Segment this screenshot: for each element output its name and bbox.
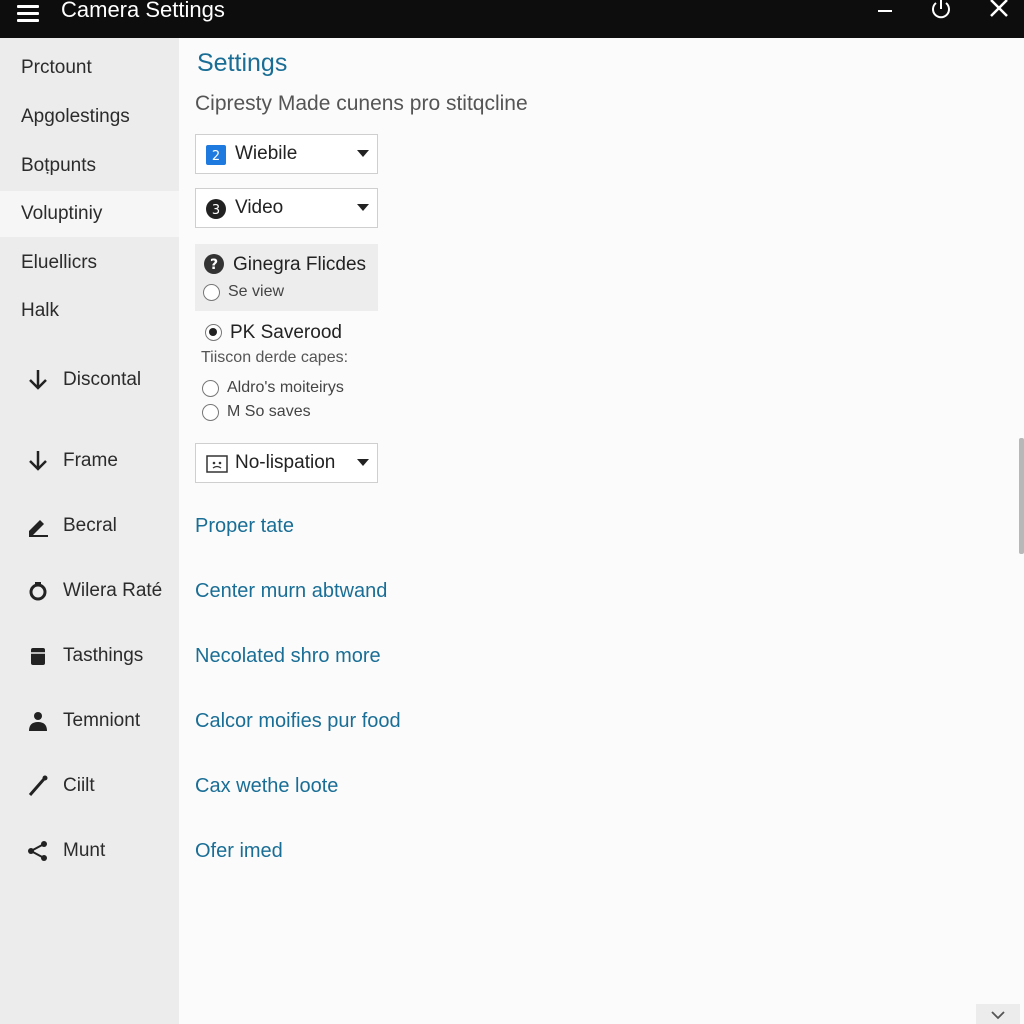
- frame-icon: [206, 454, 228, 474]
- share-icon: [26, 839, 50, 863]
- chevron-down-icon: [357, 150, 369, 157]
- sidebar-item-tasthings[interactable]: Tasthings: [0, 633, 179, 679]
- group-box: ? Ginegra Flicdes Se view: [195, 244, 378, 311]
- sidebar: Prctount Apgolestings Boṭpunts Voluptini…: [0, 38, 179, 1024]
- help-icon: ?: [204, 254, 224, 274]
- radio-label: M So saves: [227, 403, 311, 420]
- chevron-down-icon: [991, 1011, 1005, 1020]
- sidebar-item-label: Eluellicrs: [21, 252, 98, 273]
- close-icon[interactable]: [985, 0, 1015, 24]
- link-proper-tate[interactable]: Proper tate: [195, 515, 294, 538]
- link-ofer-imed[interactable]: Ofer imed: [195, 840, 283, 863]
- link-center-murn-abtwand[interactable]: Center murn abtwand: [195, 580, 387, 603]
- mode-dropdown[interactable]: No-lispation: [195, 443, 378, 483]
- sidebar-item-ciilt[interactable]: Ciilt: [0, 763, 179, 809]
- badge-number: 2: [212, 149, 220, 164]
- group-title: Ginegra Flicdes: [233, 254, 367, 275]
- sidebar-item-label: Tasthings: [63, 645, 144, 666]
- sidebar-item-label: Frame: [63, 450, 118, 471]
- sidebar-item-voluptiniy[interactable]: Voluptiniy: [0, 191, 179, 237]
- power-icon[interactable]: [926, 0, 956, 24]
- arrow-down-icon: [26, 449, 50, 473]
- main-content: Settings Cipresty Made cunens pro stitqc…: [179, 38, 1024, 1024]
- scrollbar-thumb[interactable]: [1019, 438, 1024, 554]
- sidebar-item-botpunts[interactable]: Boṭpunts: [0, 143, 179, 189]
- radio-pk-saverood[interactable]: PK Saverood: [205, 322, 385, 346]
- sidebar-item-wilera-rate[interactable]: Wilera Raté: [0, 568, 179, 614]
- radio-m-so-saves[interactable]: M So saves: [202, 402, 382, 424]
- radio-se-view[interactable]: Se view: [203, 282, 373, 304]
- radio-label: Aldro's moiteirys: [227, 379, 344, 396]
- sidebar-item-label: Halk: [21, 300, 60, 321]
- radio-label: PK Saverood: [230, 322, 342, 343]
- sidebar-item-label: Ciilt: [63, 775, 95, 796]
- sidebar-item-label: Apgolestings: [21, 106, 130, 127]
- chevron-down-icon: [357, 204, 369, 211]
- sidebar-item-becral[interactable]: Becral: [0, 503, 179, 549]
- sidebar-item-label: Temniont: [63, 710, 141, 731]
- radio-button[interactable]: [205, 324, 222, 341]
- sidebar-item-label: Prctount: [21, 57, 92, 78]
- dropdown-value: No-lispation: [235, 452, 336, 473]
- radio-label: Se view: [228, 283, 285, 300]
- radio-button[interactable]: [202, 404, 219, 421]
- sidebar-item-label: Discontal: [63, 369, 142, 390]
- svg-text:?: ?: [210, 257, 218, 273]
- arrow-down-icon: [26, 368, 50, 392]
- wiebile-dropdown[interactable]: 2 Wiebile: [195, 134, 378, 174]
- sidebar-item-label: Wilera Raté: [63, 580, 163, 601]
- pencil-icon: [26, 774, 50, 798]
- sidebar-item-halk[interactable]: Halk: [0, 288, 179, 334]
- radio-button[interactable]: [202, 380, 219, 397]
- chevron-down-icon: [357, 459, 369, 466]
- options-caption: Tiiscon derde capes:: [201, 349, 349, 366]
- sidebar-item-prctount[interactable]: Prctount: [0, 45, 179, 91]
- link-cax-wethe-loote[interactable]: Cax wethe loote: [195, 775, 338, 798]
- badge-number: 3: [212, 203, 220, 218]
- sidebar-item-label: Becral: [63, 515, 117, 536]
- scroll-down-button[interactable]: [976, 1004, 1020, 1024]
- numbered-circle-icon: 3: [206, 199, 226, 219]
- sidebar-item-discontal[interactable]: Discontal: [0, 357, 179, 403]
- dropdown-value: Video: [235, 197, 284, 218]
- storage-icon: [26, 644, 50, 668]
- pen-icon: [26, 514, 50, 538]
- window-title: Camera Settings: [61, 0, 225, 22]
- sidebar-item-eluellicrs[interactable]: Eluellicrs: [0, 240, 179, 286]
- dropdown-value: Wiebile: [235, 143, 298, 164]
- sidebar-item-label: Munt: [63, 840, 106, 861]
- sidebar-item-label: Boṭpunts: [21, 155, 96, 176]
- title-bar: Camera Settings: [0, 0, 1024, 38]
- link-necolated-shro-more[interactable]: Necolated shro more: [195, 645, 381, 668]
- radio-button[interactable]: [203, 284, 220, 301]
- numbered-badge-icon: 2: [206, 145, 226, 165]
- sidebar-item-apgolestings[interactable]: Apgolestings: [0, 94, 179, 140]
- radio-aldros-moiteirys[interactable]: Aldro's moiteirys: [202, 378, 382, 400]
- hamburger-menu-icon[interactable]: [14, 2, 42, 26]
- sidebar-item-munt[interactable]: Munt: [0, 828, 179, 874]
- sidebar-item-temniont[interactable]: Temniont: [0, 698, 179, 744]
- sidebar-item-frame[interactable]: Frame: [0, 438, 179, 484]
- person-icon: [26, 709, 50, 733]
- page-title: Settings: [197, 49, 288, 77]
- page-description: Cipresty Made cunens pro stitqcline: [195, 92, 528, 115]
- sidebar-item-label: Voluptiniy: [21, 203, 103, 224]
- link-calcor-moifies-pur-food[interactable]: Calcor moifies pur food: [195, 710, 401, 733]
- camera-ring-icon: [26, 579, 50, 603]
- video-dropdown[interactable]: 3 Video: [195, 188, 378, 228]
- minimize-icon[interactable]: [870, 0, 900, 24]
